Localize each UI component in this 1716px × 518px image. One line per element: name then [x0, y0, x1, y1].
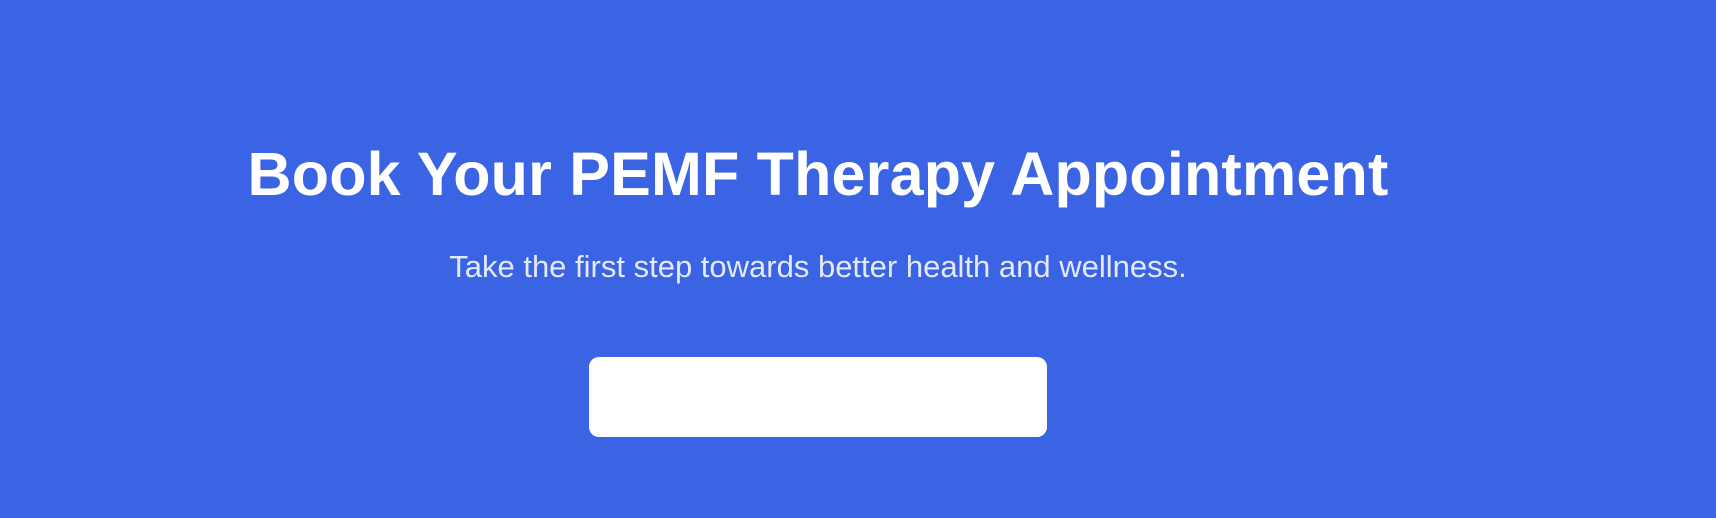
page-subtitle: Take the first step towards better healt… [449, 249, 1187, 284]
page-title: Book Your PEMF Therapy Appointment [247, 140, 1389, 208]
booking-hero: Book Your PEMF Therapy Appointment Take … [0, 0, 1716, 518]
book-appointment-button[interactable] [589, 357, 1047, 437]
